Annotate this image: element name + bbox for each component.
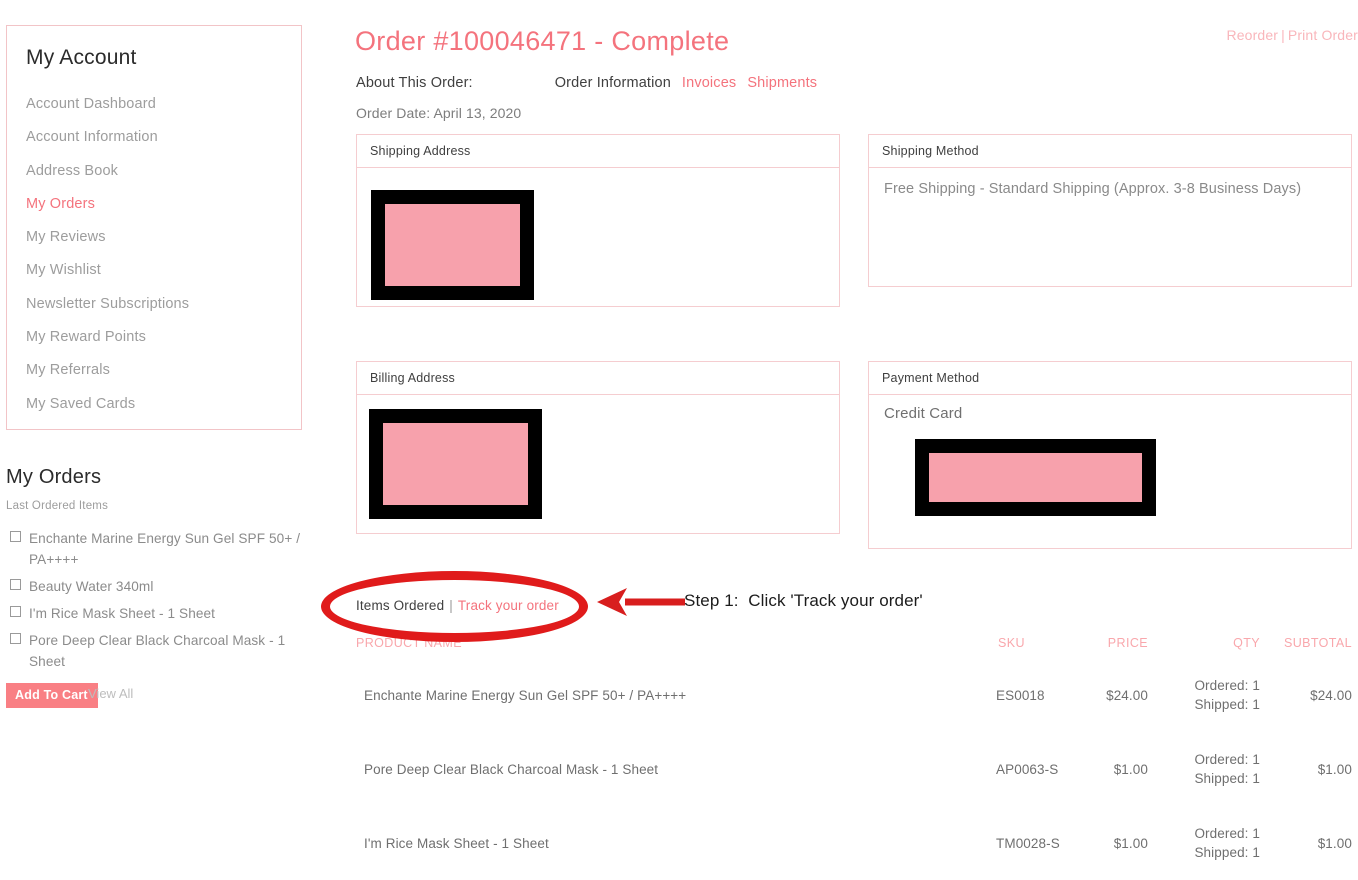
column-header-qty: QTY [1233, 636, 1260, 650]
payment-method-body: Credit Card [869, 395, 1351, 516]
qty-wrapper: Ordered: 1 Shipped: 1 [1194, 676, 1260, 714]
last-ordered-list-item: Pore Deep Clear Black Charcoal Mask - 1 … [6, 630, 312, 672]
item-checkbox[interactable] [10, 606, 21, 617]
qty-shipped: Shipped: 1 [1194, 697, 1260, 712]
cell-sku: TM0028-S [996, 835, 1060, 851]
track-your-order-link[interactable]: Track your order [458, 598, 559, 613]
last-ordered-list-item: I'm Rice Mask Sheet - 1 Sheet [6, 603, 312, 624]
redacted-card-number [915, 439, 1156, 516]
order-actions: Reorder | Print Order [1226, 27, 1358, 43]
billing-address-body [357, 395, 839, 519]
payment-method-title: Payment Method [869, 362, 1351, 395]
add-to-cart-button[interactable]: Add To Cart [6, 683, 98, 708]
about-this-order-row: About This Order: Order Information Invoic… [356, 75, 817, 91]
billing-address-title: Billing Address [357, 362, 839, 395]
item-label: I'm Rice Mask Sheet - 1 Sheet [29, 606, 216, 621]
table-row: Pore Deep Clear Black Charcoal Mask - 1 … [356, 732, 1352, 806]
redacted-shipping-address [371, 190, 534, 300]
qty-shipped: Shipped: 1 [1194, 771, 1260, 786]
sidebar-item-my-referrals[interactable]: My Referrals [26, 354, 286, 387]
item-label: Pore Deep Clear Black Charcoal Mask - 1 … [29, 633, 286, 669]
order-heading: Order #100046471 - Complete [355, 26, 730, 56]
cell-product-name: Enchante Marine Energy Sun Gel SPF 50+ /… [364, 687, 687, 703]
cell-subtotal: $24.00 [1310, 687, 1352, 703]
my-orders-heading: My Orders [6, 466, 102, 488]
items-ordered-separator: | [449, 598, 453, 613]
sidebar-item-my-orders[interactable]: My Orders [26, 188, 286, 221]
sidebar-item-my-wishlist[interactable]: My Wishlist [26, 254, 286, 287]
account-nav: Account Dashboard Account Information Addr… [26, 88, 286, 421]
cell-qty: Ordered: 1 Shipped: 1 [1148, 658, 1260, 732]
item-checkbox[interactable] [10, 579, 21, 590]
account-sidebar-box: My Account Account Dashboard Account Info… [6, 25, 302, 430]
order-date: Order Date: April 13, 2020 [356, 105, 522, 121]
qty-shipped: Shipped: 1 [1194, 845, 1260, 860]
sidebar-item-my-saved-cards[interactable]: My Saved Cards [26, 388, 286, 421]
last-ordered-list-item: Beauty Water 340ml [6, 576, 312, 597]
view-all-link[interactable]: View All [88, 686, 133, 701]
redacted-billing-address [369, 409, 542, 519]
shipping-address-body [357, 168, 839, 300]
shipping-method-body: Free Shipping - Standard Shipping (Appro… [869, 168, 1351, 210]
last-ordered-items-label: Last Ordered Items [6, 500, 109, 512]
annotation-arrow-icon [597, 588, 685, 616]
item-checkbox[interactable] [10, 531, 21, 542]
tab-order-information[interactable]: Order Information [555, 75, 671, 91]
cell-qty: Ordered: 1 Shipped: 1 [1148, 806, 1260, 880]
sidebar-item-my-reward-points[interactable]: My Reward Points [26, 321, 286, 354]
items-ordered-row: Items Ordered | Track your order [356, 598, 559, 613]
column-header-price: PRICE [1107, 636, 1148, 650]
item-label: Beauty Water 340ml [29, 579, 154, 594]
cell-product-name: Pore Deep Clear Black Charcoal Mask - 1 … [364, 761, 659, 777]
sidebar-item-account-dashboard[interactable]: Account Dashboard [26, 88, 286, 121]
about-this-order-label: About This Order: [356, 75, 473, 91]
payment-method-panel: Payment Method Credit Card [868, 361, 1352, 549]
link-separator: | [1281, 27, 1285, 43]
sidebar-item-address-book[interactable]: Address Book [26, 155, 286, 188]
qty-ordered: Ordered: 1 [1194, 752, 1260, 767]
qty-wrapper: Ordered: 1 Shipped: 1 [1194, 824, 1260, 862]
billing-address-panel: Billing Address [356, 361, 840, 534]
annotation-step-text: Step 1: Click 'Track your order' [684, 591, 923, 610]
cell-price: $1.00 [1113, 835, 1148, 851]
column-header-sku: SKU [998, 636, 1025, 650]
shipping-address-panel: Shipping Address [356, 134, 840, 307]
qty-ordered: Ordered: 1 [1194, 678, 1260, 693]
qty-ordered: Ordered: 1 [1194, 826, 1260, 841]
cell-qty: Ordered: 1 Shipped: 1 [1148, 732, 1260, 806]
sidebar-item-my-reviews[interactable]: My Reviews [26, 221, 286, 254]
page-title: My Account [26, 46, 137, 69]
shipping-address-title: Shipping Address [357, 135, 839, 168]
cell-sku: AP0063-S [996, 761, 1059, 777]
items-ordered-table: PRODUCT NAME SKU PRICE QTY SUBTOTAL Ench… [356, 636, 1352, 880]
item-checkbox[interactable] [10, 633, 21, 644]
cell-subtotal: $1.00 [1317, 835, 1352, 851]
column-header-product-name: PRODUCT NAME [356, 636, 462, 650]
item-label: Enchante Marine Energy Sun Gel SPF 50+ /… [29, 531, 301, 567]
payment-method-value: Credit Card [884, 405, 963, 422]
cell-sku: ES0018 [996, 687, 1045, 703]
table-row: I'm Rice Mask Sheet - 1 Sheet TM0028-S $1.… [356, 806, 1352, 880]
sidebar-item-newsletter-subscriptions[interactable]: Newsletter Subscriptions [26, 288, 286, 321]
last-ordered-items-list: Enchante Marine Energy Sun Gel SPF 50+ /… [6, 528, 312, 678]
tab-invoices[interactable]: Invoices [682, 75, 736, 91]
shipping-method-value: Free Shipping - Standard Shipping (Appro… [884, 181, 1302, 197]
sidebar-item-account-information[interactable]: Account Information [26, 121, 286, 154]
shipping-method-panel: Shipping Method Free Shipping - Standard… [868, 134, 1352, 287]
column-header-subtotal: SUBTOTAL [1283, 636, 1352, 650]
tab-shipments[interactable]: Shipments [747, 75, 817, 91]
shipping-method-title: Shipping Method [869, 135, 1351, 168]
items-ordered-label: Items Ordered [356, 598, 445, 613]
cell-price: $1.00 [1113, 761, 1148, 777]
table-row: Enchante Marine Energy Sun Gel SPF 50+ /… [356, 658, 1352, 732]
last-ordered-list-item: Enchante Marine Energy Sun Gel SPF 50+ /… [6, 528, 312, 570]
cell-product-name: I'm Rice Mask Sheet - 1 Sheet [364, 835, 549, 851]
table-header-row: PRODUCT NAME SKU PRICE QTY SUBTOTAL [356, 636, 1352, 658]
cell-subtotal: $1.00 [1317, 761, 1352, 777]
qty-wrapper: Ordered: 1 Shipped: 1 [1194, 750, 1260, 788]
print-order-link[interactable]: Print Order [1288, 27, 1358, 43]
reorder-link[interactable]: Reorder [1226, 27, 1278, 43]
cell-price: $24.00 [1106, 687, 1148, 703]
